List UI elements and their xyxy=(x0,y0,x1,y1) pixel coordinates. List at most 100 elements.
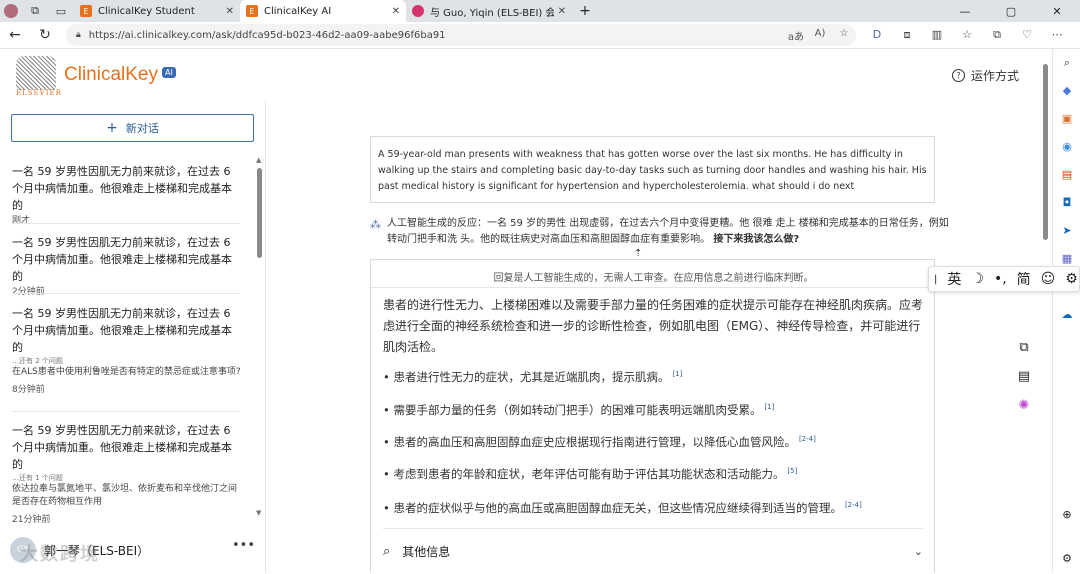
brand-title[interactable]: ClinicalKey xyxy=(64,64,158,86)
bullet-text: 需要手部力量的任务（例如转动门把手）的困难可能表明远端肌肉受累。 xyxy=(393,402,762,417)
conversation-item[interactable]: 一名 59 岁男性因肌无力前来就诊，在过去 6 个月中病情加重。他很难走上楼梯和… xyxy=(12,234,242,299)
bullet-text: 考虑到患者的年龄和症状，老年评估可能有助于评估其功能状态和活动能力。 xyxy=(393,466,785,481)
ime-toolbar: | 英 ☽ •, 简 ☺ ⚙ xyxy=(928,266,1080,292)
browser-tab-bar: ⧉ ▭ E ClinicalKey Student ✕ E ClinicalKe… xyxy=(0,0,1080,22)
profile-avatar[interactable] xyxy=(0,0,22,22)
citation-link[interactable]: [5] xyxy=(787,467,797,475)
add-icon[interactable]: ⊕ xyxy=(1053,501,1080,529)
ime-settings-icon[interactable]: ⚙ xyxy=(1060,271,1080,287)
browser-essentials-icon[interactable]: ♡ xyxy=(1012,28,1042,42)
address-bar-row: ← ↻ 🔒︎ https://ai.clinicalkey.com/ask/dd… xyxy=(0,22,1080,49)
read-aloud-icon[interactable]: A) xyxy=(808,28,832,43)
settings-icon[interactable]: ⚙ xyxy=(1053,545,1080,573)
conversation-item[interactable]: 一名 59 岁男性因肌无力前来就诊，在过去 6 个月中病情加重。他很难走上楼梯和… xyxy=(12,163,242,228)
browser-tab[interactable]: 与 Guo, Yiqin (ELS-BEI) 会面-20... ✕ xyxy=(406,0,572,22)
search-icon[interactable]: ⌕ xyxy=(1053,49,1080,77)
extensions-icon[interactable]: ⧈ xyxy=(892,28,922,42)
conversation-item[interactable]: 一名 59 岁男性因肌无力前来就诊，在过去 6 个月中病情加重。他很难走上楼梯和… xyxy=(12,422,242,527)
bullet-text: 患者的症状似乎与他的高血压或高胆固醇血症无关，但这些情况应继续得到适当的管理。 xyxy=(393,500,842,515)
how-it-works-link[interactable]: ? 运作方式 xyxy=(952,67,1019,84)
answer-bullet: • 需要手部力量的任务（例如转动门把手）的困难可能表明远端肌肉受累。 [1] xyxy=(383,402,775,417)
ime-charset[interactable]: 简 xyxy=(1012,269,1036,289)
conversation-more: …还有 2 个问题 xyxy=(12,357,63,365)
new-chat-button[interactable]: + 新对话 xyxy=(11,114,254,142)
reader-icon[interactable]: ▤ xyxy=(1018,369,1030,384)
extension-d-icon[interactable]: D xyxy=(862,28,892,42)
document-search-icon: ⌕ xyxy=(383,544,391,559)
ime-moon-icon[interactable]: ☽ xyxy=(966,271,989,287)
translate-tool-icon[interactable]: ⧉ xyxy=(1019,340,1028,355)
url-field[interactable]: 🔒︎ https://ai.clinicalkey.com/ask/ddfca9… xyxy=(66,24,856,46)
user-question: A 59-year-old man presents with weakness… xyxy=(370,136,935,203)
split-screen-icon[interactable]: ▥ xyxy=(922,28,952,42)
discover-icon[interactable]: ◆ xyxy=(1053,77,1080,105)
new-chat-label: 新对话 xyxy=(125,122,159,135)
close-tab-icon[interactable]: ✕ xyxy=(558,6,566,17)
office-icon[interactable]: ▤ xyxy=(1053,161,1080,189)
ime-drag-handle[interactable]: | xyxy=(929,274,942,285)
onedrive-icon[interactable]: ☁ xyxy=(1053,301,1080,329)
collections-icon[interactable]: ⧉ xyxy=(982,28,1012,42)
browser-tab[interactable]: E ClinicalKey Student ✕ xyxy=(74,0,240,22)
sidebar-scrollbar[interactable] xyxy=(257,168,262,258)
maximize-icon[interactable]: ▢ xyxy=(988,5,1034,18)
user-more-icon[interactable]: ••• xyxy=(232,538,255,553)
sidebar-scroll-down-icon[interactable]: ▼ xyxy=(256,509,261,517)
workspaces-icon[interactable]: ⧉ xyxy=(22,0,48,22)
conversation-sidebar: + 新对话 一名 59 岁男性因肌无力前来就诊，在过去 6 个月中病情加重。他很… xyxy=(0,101,266,573)
refresh-icon[interactable]: ↻ xyxy=(30,27,60,43)
conversation-time: 21分钟前 xyxy=(12,515,51,525)
ai-badge: AI xyxy=(162,67,176,78)
conversation-title: 一名 59 岁男性因肌无力前来就诊，在过去 6 个月中病情加重。他很难走上楼梯和… xyxy=(12,424,232,471)
minimize-icon[interactable]: — xyxy=(942,5,988,18)
conversation-more: …还有 1 个问题 xyxy=(12,474,63,482)
sidebar-scroll-up-icon[interactable]: ▲ xyxy=(256,156,261,164)
back-icon[interactable]: ← xyxy=(0,27,30,43)
bullet-text: 患者进行性无力的症状，尤其是近端肌肉，提示肌病。 xyxy=(393,369,670,384)
new-tab-button[interactable]: + xyxy=(572,3,598,19)
plus-icon: + xyxy=(106,120,118,136)
close-tab-icon[interactable]: ✕ xyxy=(226,6,234,17)
copilot-icon[interactable]: ◉ xyxy=(1053,133,1080,161)
close-window-icon[interactable]: ✕ xyxy=(1034,5,1080,18)
citation-link[interactable]: [1] xyxy=(764,403,774,411)
more-info-label: 其他信息 xyxy=(402,545,451,559)
ime-emoji-icon[interactable]: ☺ xyxy=(1036,271,1061,287)
answer-bullet: • 考虑到患者的年龄和症状，老年评估可能有助于评估其功能状态和活动能力。 [5] xyxy=(383,466,798,481)
answer-panel: 回复是人工智能生成的，无需人工审查。在应用信息之前进行临床判断。 患者的进行性无… xyxy=(370,259,936,574)
citation-link[interactable]: [1] xyxy=(672,370,682,378)
elsevier-logo-icon xyxy=(16,56,56,90)
ai-nodes-icon: ⁂ xyxy=(370,218,381,231)
close-tab-icon[interactable]: ✕ xyxy=(392,6,400,17)
send-icon[interactable]: ➤ xyxy=(1053,217,1080,245)
favorites-icon[interactable]: ☆ xyxy=(952,28,982,42)
more-info-toggle[interactable]: ⌕ 其他信息 ⌄ xyxy=(383,528,923,574)
tab-title: ClinicalKey Student xyxy=(98,5,195,17)
ime-language[interactable]: 英 xyxy=(942,269,966,289)
brain-icon[interactable]: ✺ xyxy=(1019,398,1030,413)
help-icon: ? xyxy=(952,69,965,82)
watermark: 大数跨境 xyxy=(20,544,100,565)
ai-question: 接下来我该怎么做? xyxy=(713,234,800,245)
favorite-star-icon[interactable]: ☆ xyxy=(832,28,856,43)
chevron-down-icon: ⌄ xyxy=(913,545,923,558)
tools-icon[interactable]: ▣ xyxy=(1053,105,1080,133)
divider xyxy=(12,293,240,294)
citation-link[interactable]: [2-4] xyxy=(799,435,816,443)
elsevier-favicon-icon: E xyxy=(80,5,92,17)
conversation-item[interactable]: 一名 59 岁男性因肌无力前来就诊，在过去 6 个月中病情加重。他很难走上楼梯和… xyxy=(12,305,242,397)
more-menu-icon[interactable]: ⋯ xyxy=(1042,28,1072,42)
ime-punctuation[interactable]: •, xyxy=(989,271,1012,287)
disclaimer: 回复是人工智能生成的，无需人工审查。在应用信息之前进行临床判断。 xyxy=(493,273,814,284)
translate-icon[interactable]: a͏あ xyxy=(784,28,808,43)
citation-link[interactable]: [2-4] xyxy=(845,501,862,509)
main-scrollbar[interactable] xyxy=(1043,64,1048,240)
publisher-label: ELSEVIER xyxy=(16,89,62,97)
tab-actions-icon[interactable]: ▭ xyxy=(48,0,74,22)
teams-favicon-icon xyxy=(412,5,424,17)
conversation-time: 刚才 xyxy=(12,216,31,226)
divider xyxy=(12,223,240,224)
outlook-icon[interactable]: ◘ xyxy=(1053,189,1080,217)
browser-tab-active[interactable]: E ClinicalKey AI ✕ xyxy=(240,0,406,22)
conversation-title: 一名 59 岁男性因肌无力前来就诊，在过去 6 个月中病情加重。他很难走上楼梯和… xyxy=(12,236,232,283)
